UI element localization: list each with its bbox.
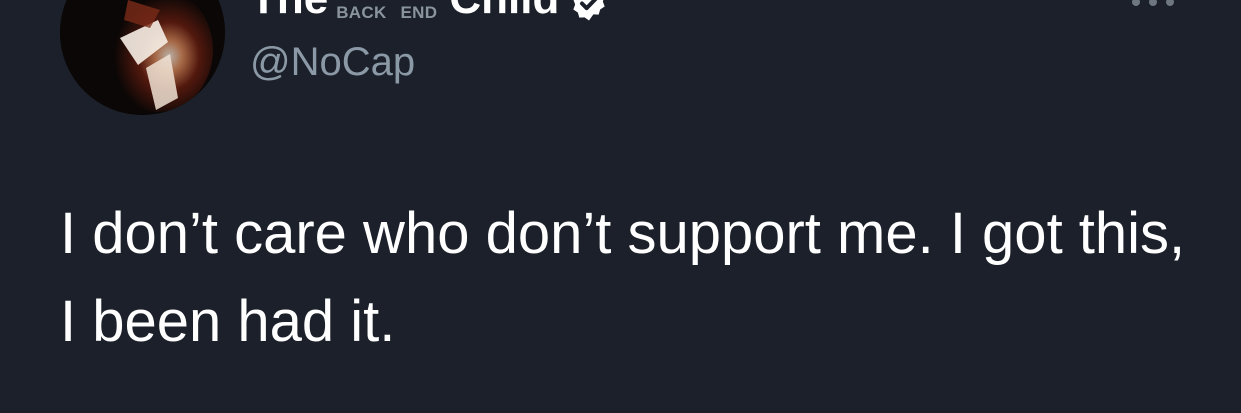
- avatar[interactable]: [60, 0, 225, 115]
- emoji-label-back: BACK: [336, 3, 387, 22]
- author-handle[interactable]: @NoCap: [250, 38, 415, 86]
- verified-badge-icon: [573, 0, 605, 21]
- author-name-end: Child: [449, 0, 559, 25]
- author-name-start: The: [250, 0, 328, 25]
- emoji-label-end: END: [400, 3, 438, 22]
- more-options-icon[interactable]: [1128, 0, 1178, 8]
- profile-photo-icon: [60, 0, 225, 115]
- author-name[interactable]: The BACK END Child: [250, 0, 609, 25]
- name-emoji: BACK END: [336, 0, 437, 23]
- tweet-text: I don’t care who don’t support me. I got…: [60, 201, 1186, 354]
